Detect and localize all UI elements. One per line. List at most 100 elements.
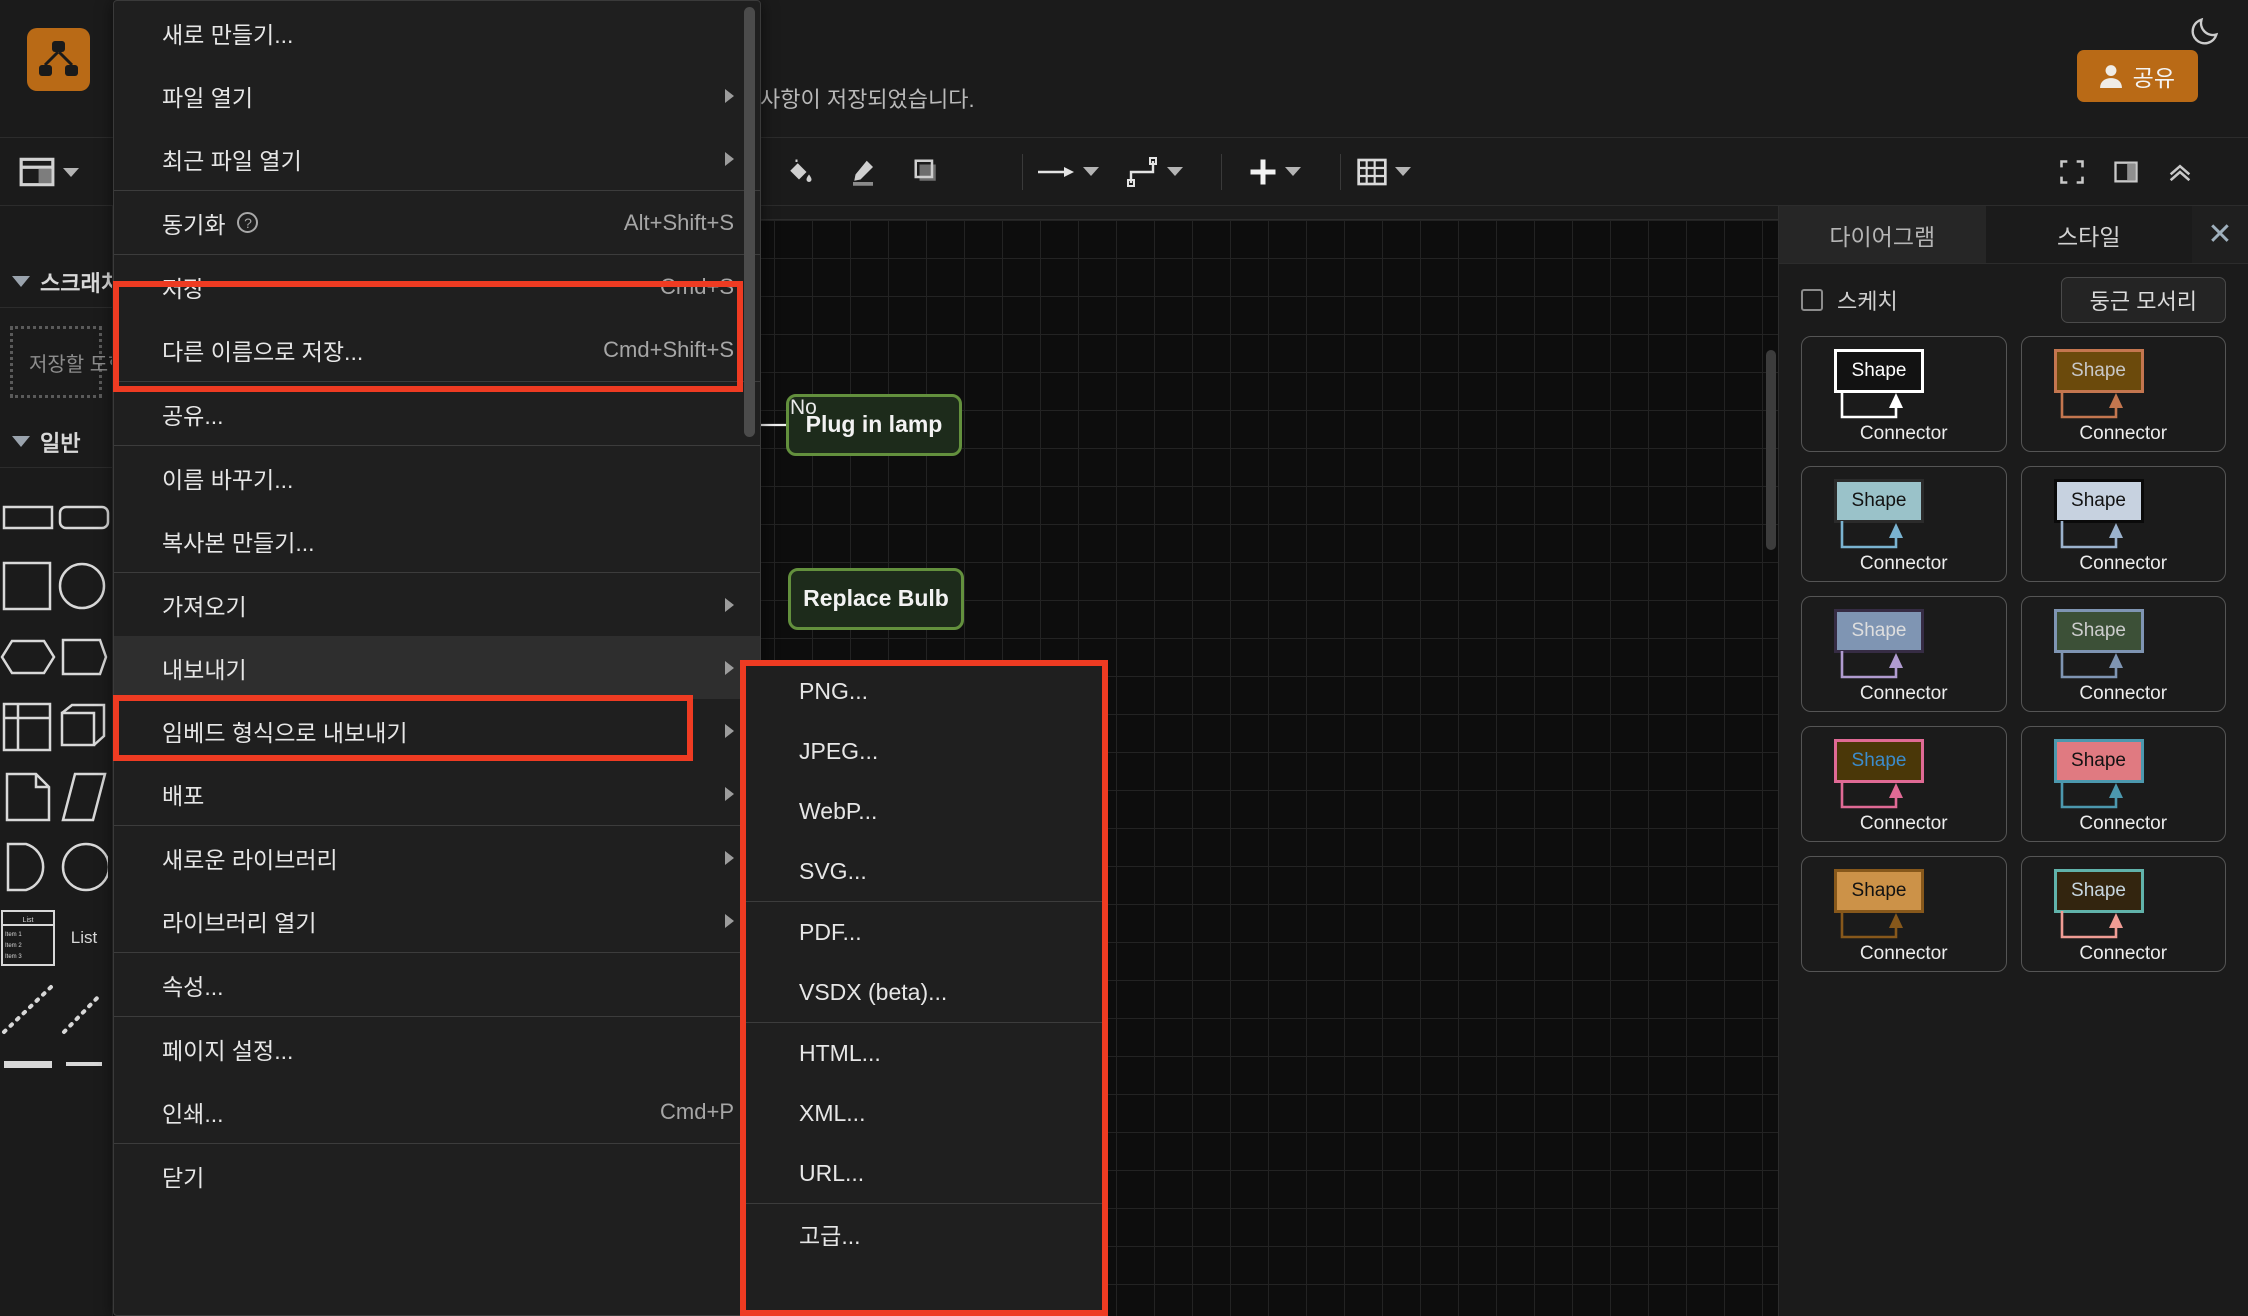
style-swatch-6[interactable]: Shape Connector [2020,596,2226,712]
line-color-tool[interactable] [836,138,890,205]
list-shape[interactable]: List Item 1 Item 2 Item 3 [0,909,56,967]
menu-item-export-html[interactable]: HTML... [741,1023,1107,1083]
list-item-shape[interactable]: List [56,928,112,948]
ellipse-shape[interactable] [56,561,112,613]
tab-style[interactable]: 스타일 [1985,206,2192,263]
node-label: Replace Bulb [803,585,949,612]
menu-item-export-svg[interactable]: SVG... [741,841,1107,901]
menu-item-import[interactable]: 가져오기 [114,573,760,636]
collapse-toolbar-button[interactable] [2154,138,2206,205]
drawio-logo-icon [39,41,78,76]
close-panel-button[interactable]: ✕ [2192,206,2248,263]
circle-shape[interactable] [56,841,112,893]
tab-diagram[interactable]: 다이어그램 [1779,206,1986,263]
style-swatch-10[interactable]: Shape Connector [2020,856,2226,972]
sketch-checkbox[interactable] [1801,289,1823,311]
menu-item-export-xml[interactable]: XML... [741,1083,1107,1143]
canvas-vertical-scrollbar[interactable] [1766,350,1776,550]
style-swatch-9[interactable]: Shape Connector [1801,856,2007,972]
semicircle-shape[interactable] [0,841,56,893]
rounded-rectangle-shape[interactable] [56,501,112,533]
table-shape[interactable] [0,702,56,752]
menu-item-new-file[interactable]: 새로 만들기... [114,1,760,64]
menu-item-open-library[interactable]: 라이브러리 열기 [114,889,760,952]
style-swatch-4[interactable]: Shape Connector [2020,466,2226,582]
menu-item-rename[interactable]: 이름 바꾸기... [114,446,760,509]
menu-item-close[interactable]: 닫기 [114,1144,760,1207]
style-swatch-8[interactable]: Shape Connector [2020,726,2226,842]
connection-arrow-tool[interactable] [1036,138,1099,205]
rectangle-shape[interactable] [0,501,56,533]
hexagon-shape[interactable] [0,638,56,676]
share-button[interactable]: 공유 [2076,50,2198,102]
menu-item-make-copy[interactable]: 복사본 만들기... [114,509,760,572]
menu-item-new-library[interactable]: 새로운 라이브러리 [114,826,760,889]
menu-item-properties[interactable]: 속성... [114,953,760,1016]
help-icon[interactable]: ? [237,212,259,233]
menu-item-label: 이름 바꾸기... [162,466,294,493]
parallelogram-shape[interactable] [56,771,112,823]
process-shape[interactable] [56,637,112,677]
menu-item-save[interactable]: 저장 Cmd+S [114,255,760,318]
menu-item-publish[interactable]: 배포 [114,762,760,825]
panel-toggle-button[interactable] [2100,138,2152,205]
file-menu[interactable]: 새로 만들기... 파일 열기 최근 파일 열기 동기화? Alt+Shift+S 저장 C… [113,0,761,1316]
dotted-line-shape[interactable] [0,982,56,1036]
table-grid-icon [1357,158,1387,185]
thin-bar-shape[interactable] [56,1057,112,1071]
shape-row [0,762,112,832]
menu-item-export-pdf[interactable]: PDF... [741,902,1107,962]
menu-item-export-jpeg[interactable]: JPEG... [741,721,1107,781]
menu-item-label: WebP... [799,797,878,824]
node-replace-bulb[interactable]: Replace Bulb [788,568,964,630]
menu-item-export-png[interactable]: PNG... [741,661,1107,721]
menu-item-print[interactable]: 인쇄... Cmd+P [114,1080,760,1143]
menu-item-label: 속성... [162,973,224,1000]
swatch-connector-icon [1840,391,1903,419]
node-label: Plug in lamp [805,411,943,438]
layout-selector[interactable] [18,144,79,200]
note-shape[interactable] [0,771,56,823]
bar-shape[interactable] [0,1057,56,1071]
export-submenu[interactable]: PNG... JPEG... WebP... SVG... PDF... VSDX (be… [740,660,1108,1316]
dotted-arrow-shape[interactable] [56,982,112,1036]
close-icon: ✕ [2207,218,2233,251]
sidebar-section-scratchpad[interactable]: 스크래치패드 [0,256,112,308]
menu-item-export-webp[interactable]: WebP... [741,781,1107,841]
menu-item-export[interactable]: 내보내기 [114,636,760,699]
tab-style-label: 스타일 [2057,223,2121,250]
menu-item-synchronize[interactable]: 동기화? Alt+Shift+S [114,191,760,254]
swatch-shape-label: Shape [2071,750,2126,771]
menu-item-export-advanced[interactable]: 고급... [741,1204,1107,1264]
menu-item-page-setup[interactable]: 페이지 설정... [114,1017,760,1080]
insert-tool[interactable] [1248,138,1301,205]
style-swatch-1[interactable]: Shape Connector [1801,336,2007,452]
menu-item-share[interactable]: 공유... [114,382,760,445]
sidebar-section-general-label: 일반 [40,430,81,456]
rounded-corners-button[interactable]: 둥근 모서리 [2060,277,2226,323]
fill-color-tool[interactable] [772,138,826,205]
moon-icon[interactable] [2188,14,2222,48]
layout-panel-icon [19,157,55,187]
menu-item-export-vsdx[interactable]: VSDX (beta)... [741,962,1107,1022]
menu-item-open-file[interactable]: 파일 열기 [114,64,760,127]
waypoints-tool[interactable] [1126,138,1183,205]
menu-item-export-url[interactable]: URL... [741,1143,1107,1203]
menu-item-export-embed[interactable]: 임베드 형식으로 내보내기 [114,699,760,762]
style-swatch-7[interactable]: Shape Connector [1801,726,2007,842]
fullscreen-button[interactable] [2046,138,2098,205]
sidebar-section-general[interactable]: 일반 [0,416,112,468]
style-swatch-3[interactable]: Shape Connector [1801,466,2007,582]
shadow-tool[interactable] [900,138,954,205]
menu-item-label: 임베드 형식으로 내보내기 [162,719,408,746]
style-swatch-2[interactable]: Shape Connector [2020,336,2226,452]
scratchpad-drop-area[interactable]: 저장할 도형을 여기에 끌어 놓으세요 [10,326,112,398]
table-tool[interactable] [1356,138,1411,205]
square-shape[interactable] [0,561,56,613]
style-swatch-5[interactable]: Shape Connector [1801,596,2007,712]
cube-shape[interactable] [56,703,112,751]
chevron-down-icon [1395,167,1411,176]
drawio-logo[interactable] [27,28,90,91]
menu-item-open-recent[interactable]: 최근 파일 열기 [114,127,760,190]
menu-item-save-as[interactable]: 다른 이름으로 저장... Cmd+Shift+S [114,318,760,381]
